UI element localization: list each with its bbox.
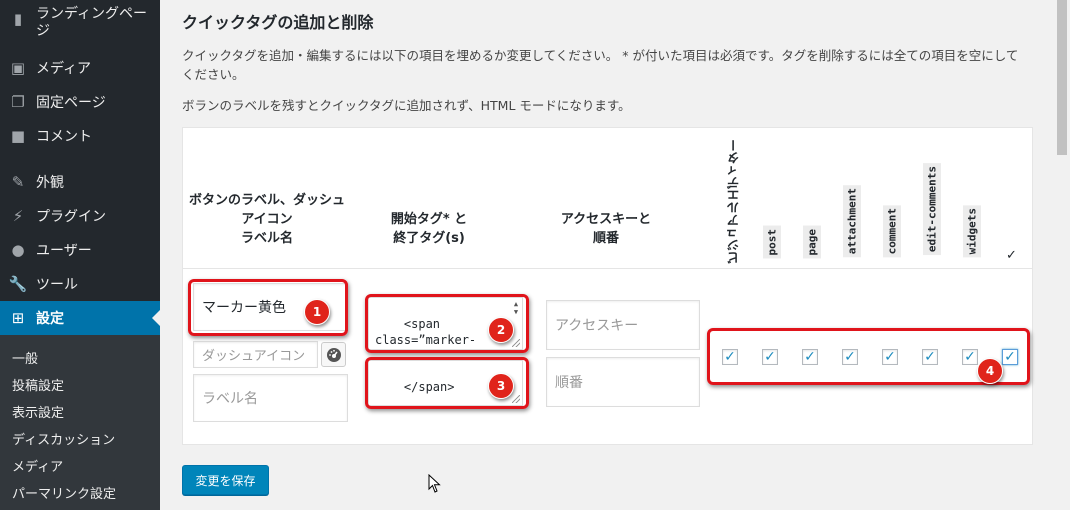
submenu-writing[interactable]: 投稿設定 — [12, 375, 64, 394]
annotation-badge-2: 2 — [488, 317, 514, 343]
menu-item-appearance[interactable]: ✎ 外観 — [0, 165, 160, 199]
access-key-input[interactable]: アクセスキー — [546, 300, 700, 350]
page-title: クイックタグの追加と削除 — [182, 13, 374, 32]
description-note: ボランのラベルを残すとクイックタグに追加されず、HTML モードになります。 — [182, 98, 631, 113]
page-icon: ▮ — [13, 10, 23, 28]
settings-submenu: 一般 投稿設定 表示設定 ディスカッション メディア パーマリンク設定 — [0, 335, 160, 510]
submenu-reading[interactable]: 表示設定 — [12, 402, 64, 421]
submenu-permalinks[interactable]: パーマリンク設定 — [12, 483, 116, 502]
submenu-media[interactable]: メディア — [12, 456, 63, 475]
wrench-icon: 🔧 — [8, 275, 28, 293]
menu-item-media[interactable]: ▣ メディア — [0, 51, 160, 85]
comment-icon: ■ — [10, 127, 26, 145]
annotation-badge-1: 1 — [304, 299, 330, 325]
user-icon: ● — [11, 241, 25, 259]
submenu-general[interactable]: 一般 — [12, 348, 38, 367]
dashboard-icon — [326, 347, 341, 362]
menu-item-plugins[interactable]: ⚡ プラグイン — [0, 199, 160, 233]
media-icon: ▣ — [10, 59, 26, 77]
annotation-badge-3: 3 — [488, 373, 514, 399]
column-header-label: ボタンのラベル、ダッシュアイコン ラベル名 — [188, 193, 345, 246]
plugin-icon: ⚡ — [12, 207, 24, 225]
column-header-comment: comment — [883, 205, 901, 258]
column-header-tags: 開始タグ* と 終了タグ(s) — [390, 212, 468, 246]
brush-icon: ✎ — [11, 173, 25, 191]
description-text: クイックタグを追加・編集するには以下の項目を埋めるか変更してください。 * が付… — [182, 48, 1019, 82]
submenu-discussion[interactable]: ディスカッション — [12, 429, 115, 448]
header-divider — [183, 268, 1032, 269]
menu-item-settings[interactable]: ⊞ 設定 — [0, 301, 160, 335]
column-header-page: page — [803, 226, 821, 259]
main-content: クイックタグの追加と削除 クイックタグを追加・編集するには以下の項目を埋めるか変… — [182, 0, 1033, 510]
column-header-access: アクセスキーと 順番 — [560, 212, 652, 246]
annotation-badge-4: 4 — [977, 358, 1003, 384]
dashicon-picker-button[interactable] — [321, 342, 346, 367]
menu-item-landing-page[interactable]: ▮ ランディングページ — [0, 0, 160, 39]
menu-item-tools[interactable]: 🔧 ツール — [0, 267, 160, 301]
admin-sidebar: ▮ ランディングページ ▣ メディア ❐ 固定ページ ■ コメント ✎ 外観 ⚡… — [0, 0, 160, 510]
mouse-cursor-icon — [428, 474, 441, 493]
menu-item-users[interactable]: ● ユーザー — [0, 233, 160, 267]
column-header-visual-editor: ビジュアルエディター — [726, 139, 742, 264]
order-input[interactable]: 順番 — [546, 357, 700, 407]
save-changes-button[interactable]: 変更を保存 — [182, 465, 269, 495]
menu-item-comments[interactable]: ■ コメント — [0, 119, 160, 153]
scrollbar-thumb[interactable] — [1057, 0, 1067, 155]
dashicon-input[interactable]: ダッシュアイコン — [193, 341, 318, 368]
pages-icon: ❐ — [11, 93, 25, 111]
column-header-widgets: widgets — [963, 205, 981, 258]
column-header-post: post — [763, 226, 781, 259]
settings-icon: ⊞ — [11, 309, 25, 327]
page-scrollbar[interactable] — [1054, 0, 1070, 510]
column-header-attachment: attachment — [843, 185, 861, 258]
menu-item-pages[interactable]: ❐ 固定ページ — [0, 85, 160, 119]
column-header-edit-comments: edit-comments — [923, 163, 941, 256]
label-name-input[interactable]: ラベル名 — [193, 374, 348, 422]
column-header-check-all: ✓ — [1006, 248, 1017, 263]
